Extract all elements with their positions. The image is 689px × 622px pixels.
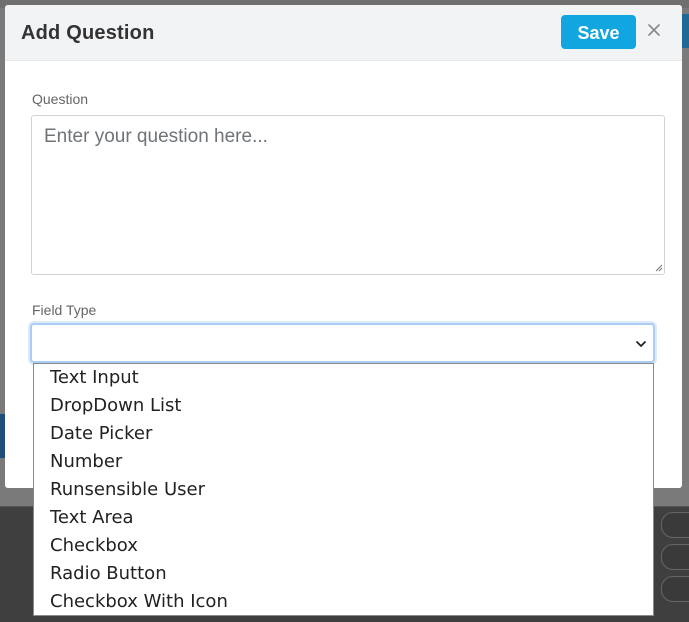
dropdown-option-text-input[interactable]: Text Input	[34, 364, 653, 392]
background-pill	[661, 544, 689, 570]
dropdown-option-text-area[interactable]: Text Area	[34, 504, 653, 532]
dropdown-option-date-picker[interactable]: Date Picker	[34, 420, 653, 448]
close-icon[interactable]	[646, 22, 662, 38]
modal-header: Add Question Save	[5, 5, 682, 61]
field-type-select[interactable]	[30, 323, 655, 363]
field-type-label: Field Type	[32, 302, 97, 318]
field-type-dropdown-list: Text Input DropDown List Date Picker Num…	[33, 363, 654, 616]
question-textarea[interactable]	[31, 115, 665, 275]
question-label: Question	[32, 91, 89, 107]
dropdown-option-checkbox[interactable]: Checkbox	[34, 532, 653, 560]
dropdown-option-number[interactable]: Number	[34, 448, 653, 476]
background-pill	[661, 576, 689, 602]
resize-handle-icon[interactable]	[655, 264, 663, 272]
dropdown-option-radio-button[interactable]: Radio Button	[34, 560, 653, 588]
modal-title: Add Question	[21, 22, 155, 44]
save-button[interactable]: Save	[561, 15, 636, 49]
dropdown-option-dropdown-list[interactable]: DropDown List	[34, 392, 653, 420]
chevron-down-icon	[636, 341, 646, 347]
background-pill	[661, 512, 689, 538]
dropdown-option-checkbox-with-icon[interactable]: Checkbox With Icon	[34, 588, 653, 615]
dropdown-option-runsensible-user[interactable]: Runsensible User	[34, 476, 653, 504]
